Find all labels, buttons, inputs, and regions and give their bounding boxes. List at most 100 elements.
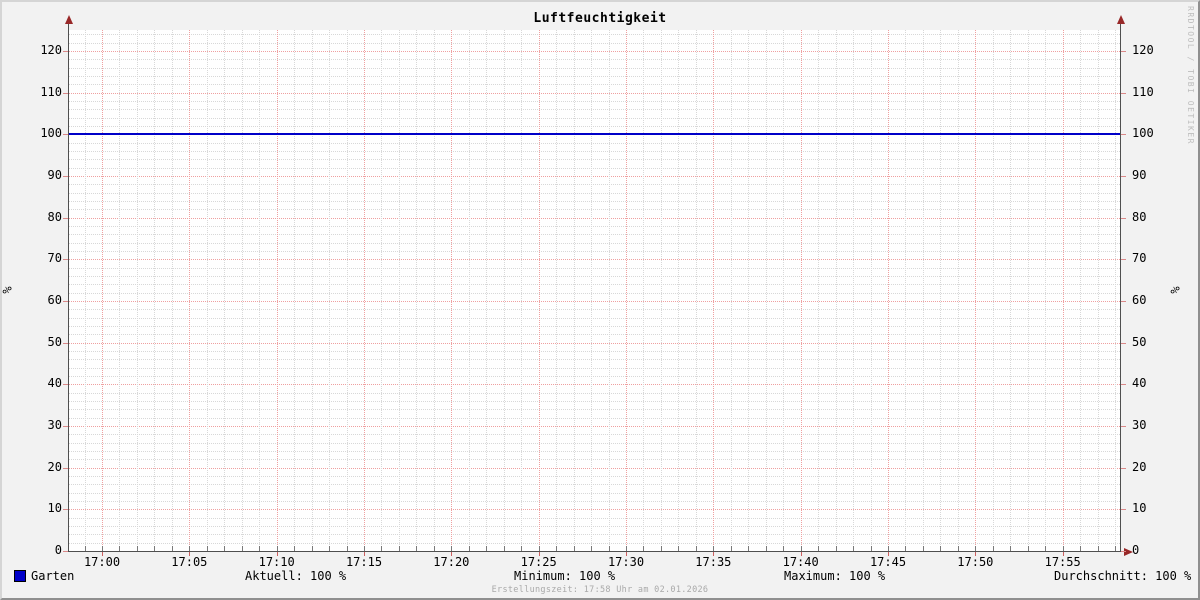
series-color-swatch (14, 570, 26, 582)
y-tick-mark-right (1121, 217, 1126, 219)
y-tick-label-right: 40 (1132, 376, 1147, 391)
gridline-minor-vertical (381, 30, 383, 551)
gridline-major-horizontal (68, 342, 1120, 344)
x-tick-mark-minor (346, 546, 348, 551)
x-tick-label: 17:00 (83, 555, 121, 569)
y-tick-label-left: 120 (40, 42, 62, 57)
gridline-major-vertical (975, 30, 977, 551)
gridline-minor-vertical (1115, 30, 1117, 551)
stat-minimum: Minimum: 100 % (514, 569, 616, 583)
gridline-minor-horizontal (68, 209, 1120, 211)
gridline-major-vertical (538, 30, 540, 551)
gridline-minor-horizontal (68, 75, 1120, 77)
y-tick-mark-right (1121, 92, 1126, 94)
gridline-minor-vertical (171, 30, 173, 551)
y-tick-mark-left (63, 134, 68, 136)
gridline-minor-horizontal (68, 142, 1120, 144)
x-tick-mark-minor (1080, 546, 1082, 551)
gridline-minor-vertical (84, 30, 86, 551)
y-tick-mark-left (63, 342, 68, 344)
y-tick-label-right: 50 (1132, 334, 1147, 349)
y-tick-mark-left (63, 467, 68, 469)
y-tick-label-right: 100 (1132, 126, 1154, 141)
gridline-minor-vertical (992, 30, 994, 551)
gridline-minor-vertical (521, 30, 523, 551)
gridline-minor-horizontal (68, 59, 1120, 61)
x-tick-label: 17:30 (607, 555, 645, 569)
stat-durchschnitt: Durchschnitt: 100 % (1054, 569, 1192, 583)
x-tick-mark-minor (556, 546, 558, 551)
y-axis-right (1120, 22, 1121, 552)
x-tick-mark-minor (992, 546, 994, 551)
gridline-minor-vertical (416, 30, 418, 551)
gridline-minor-vertical (503, 30, 505, 551)
y-tick-mark-left (63, 259, 68, 261)
y-tick-label-right: 70 (1132, 251, 1147, 266)
gridline-minor-vertical (695, 30, 697, 551)
gridline-minor-vertical (119, 30, 121, 551)
y-tick-label-right: 90 (1132, 167, 1147, 182)
gridline-major-vertical (189, 30, 191, 551)
x-tick-mark-minor (870, 546, 872, 551)
x-tick-mark-minor (957, 546, 959, 551)
gridline-major-horizontal (68, 50, 1120, 52)
x-tick-mark-minor (678, 546, 680, 551)
y-tick-mark-left (63, 175, 68, 177)
y-tick-mark-right (1121, 551, 1126, 552)
gridline-minor-vertical (730, 30, 732, 551)
gridline-major-vertical (800, 30, 802, 551)
x-tick-mark-minor (888, 546, 889, 551)
gridline-minor-vertical (573, 30, 575, 551)
gridline-minor-vertical (957, 30, 959, 551)
x-tick-label: 17:20 (433, 555, 470, 569)
x-tick-label: 17:15 (345, 555, 383, 569)
x-axis (68, 551, 1127, 552)
y-tick-label-right: 0 (1132, 543, 1140, 557)
x-tick-mark-minor (1010, 546, 1012, 551)
y-tick-mark-left (63, 384, 68, 386)
gridline-minor-horizontal (68, 442, 1120, 444)
gridline-minor-horizontal (68, 400, 1120, 402)
x-tick-mark-minor (835, 546, 837, 551)
y-tick-label-left: 100 (40, 126, 62, 141)
x-tick-mark-minor (521, 546, 523, 551)
gridline-major-vertical (713, 30, 715, 551)
x-tick-mark-minor (102, 546, 103, 551)
y-tick-mark-right (1121, 425, 1126, 427)
x-tick-mark-minor (364, 546, 365, 551)
y-tick-mark-left (63, 509, 68, 511)
gridline-minor-vertical (835, 30, 837, 551)
plot-area (68, 30, 1120, 551)
x-tick-mark-minor (538, 546, 540, 551)
gridline-minor-horizontal (68, 392, 1120, 394)
gridline-minor-vertical (154, 30, 156, 551)
gridline-major-horizontal (68, 217, 1120, 219)
x-tick-label: 17:50 (957, 555, 994, 569)
gridline-minor-vertical (853, 30, 855, 551)
x-tick-mark-minor (1115, 546, 1117, 551)
x-tick-mark-minor (189, 546, 191, 551)
x-tick-mark-minor (206, 546, 208, 551)
gridline-minor-vertical (1027, 30, 1029, 551)
x-tick-mark-minor (818, 546, 820, 551)
x-tick-mark-minor (451, 546, 453, 551)
stat-maximum: Maximum: 100 % (784, 569, 886, 583)
gridline-minor-vertical (870, 30, 872, 551)
gridline-minor-horizontal (68, 84, 1120, 86)
gridline-minor-vertical (468, 30, 470, 551)
x-tick-mark-minor (1062, 546, 1064, 551)
gridline-minor-vertical (294, 30, 296, 551)
y-tick-mark-right (1121, 175, 1126, 177)
x-tick-mark-minor (905, 546, 907, 551)
x-tick-mark-minor (433, 546, 435, 551)
gridline-minor-vertical (346, 30, 348, 551)
x-tick-mark-minor (853, 546, 855, 551)
gridline-minor-vertical (486, 30, 488, 551)
x-tick-mark-minor (416, 546, 418, 551)
gridline-major-vertical (364, 30, 365, 551)
gridline-minor-vertical (1045, 30, 1047, 551)
gridline-minor-vertical (591, 30, 593, 551)
x-tick-mark-minor (660, 546, 662, 551)
gridline-minor-horizontal (68, 292, 1120, 294)
gridline-minor-horizontal (68, 109, 1120, 111)
